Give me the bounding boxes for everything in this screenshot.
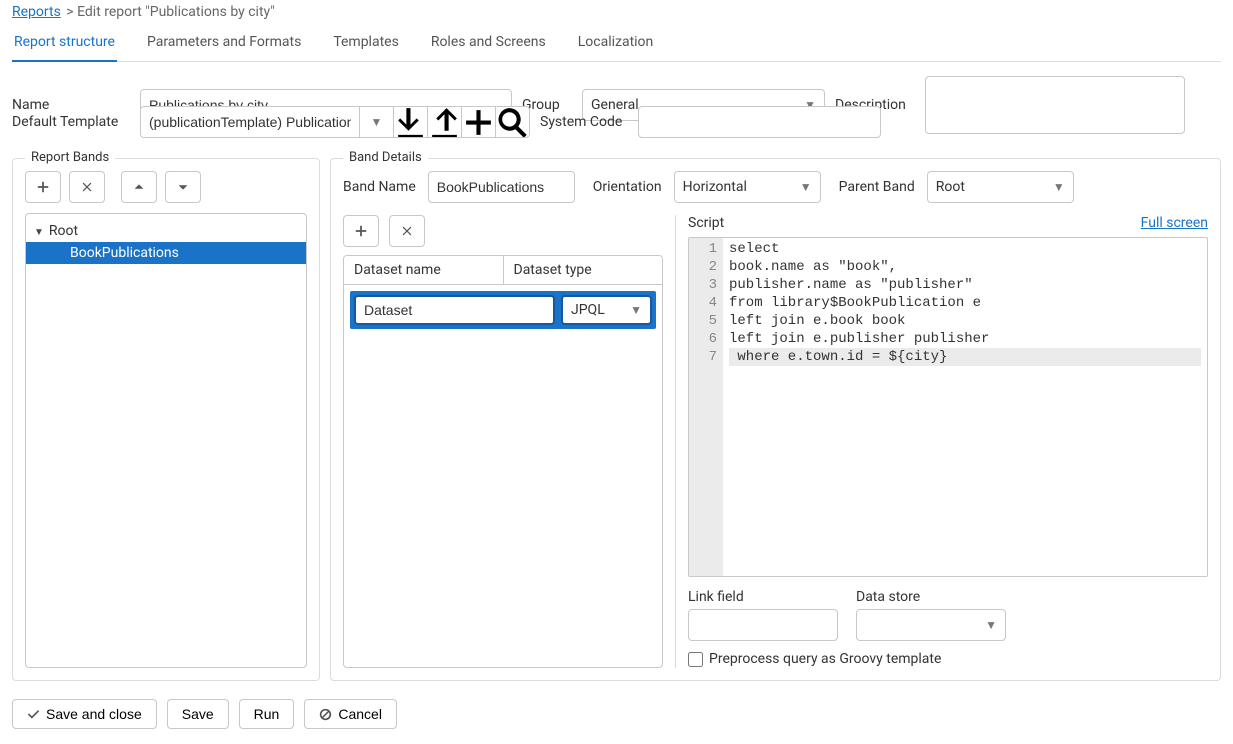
tree-node-bookpublications[interactable]: BookPublications (26, 242, 306, 264)
code-lines[interactable]: selectbook.name as "book",publisher.name… (723, 238, 1207, 576)
link-field-label: Link field (688, 589, 838, 605)
system-code-input[interactable] (638, 106, 881, 138)
search-icon (496, 106, 529, 138)
system-code-label: System Code (540, 114, 628, 130)
plus-icon (36, 180, 50, 194)
add-dataset-button[interactable] (343, 215, 379, 247)
dataset-type-header[interactable]: Dataset type (504, 256, 663, 284)
orientation-value: Horizontal (683, 179, 747, 195)
default-template-input[interactable] (141, 107, 359, 137)
chevron-down-icon: ▼ (800, 180, 812, 194)
template-search-button[interactable] (495, 107, 529, 137)
data-store-label: Data store (856, 589, 1006, 605)
download-icon (394, 106, 427, 138)
chevron-down-icon: ▼ (985, 618, 997, 632)
move-down-button[interactable] (165, 171, 201, 203)
band-name-input[interactable] (428, 171, 575, 203)
save-and-close-button[interactable]: Save and close (12, 699, 157, 729)
upload-icon (428, 106, 461, 138)
tab-roles[interactable]: Roles and Screens (429, 26, 548, 62)
footer-bar: Save and close Save Run Cancel (0, 687, 1233, 741)
line-gutter: 1234567 (689, 238, 723, 576)
preprocess-label: Preprocess query as Groovy template (709, 651, 941, 667)
reports-link[interactable]: Reports (12, 4, 61, 20)
remove-band-button[interactable] (69, 171, 105, 203)
tree-node-root[interactable]: Root (26, 220, 306, 242)
template-dropdown-button[interactable]: ▼ (359, 107, 393, 137)
breadcrumb: Reports > Edit report "Publications by c… (0, 0, 1233, 26)
template-add-button[interactable] (461, 107, 495, 137)
ban-icon (319, 708, 332, 721)
move-up-button[interactable] (121, 171, 157, 203)
report-bands-legend: Report Bands (25, 150, 115, 165)
description-input[interactable] (925, 76, 1185, 134)
parent-band-label: Parent Band (839, 179, 915, 195)
band-details-legend: Band Details (343, 150, 428, 165)
dataset-name-input[interactable] (354, 295, 555, 325)
script-label: Script (688, 215, 724, 231)
add-band-button[interactable] (25, 171, 61, 203)
data-store-select[interactable]: ▼ (856, 609, 1006, 641)
report-bands-panel: Report Bands Root BookPublications (12, 158, 320, 681)
dataset-row[interactable]: JPQL ▼ (350, 291, 656, 329)
tab-bar: Report structure Parameters and Formats … (12, 26, 1221, 62)
plus-icon (354, 224, 368, 238)
tab-parameters[interactable]: Parameters and Formats (145, 26, 303, 62)
run-button[interactable]: Run (239, 699, 295, 729)
tab-templates[interactable]: Templates (331, 26, 401, 62)
caret-up-icon (132, 180, 146, 194)
plus-icon (462, 106, 495, 138)
check-icon (27, 708, 40, 721)
close-icon (400, 224, 414, 238)
link-field-input[interactable] (688, 609, 838, 641)
breadcrumb-current: > Edit report "Publications by city" (66, 4, 274, 20)
template-upload-button[interactable] (427, 107, 461, 137)
group-value: General (591, 97, 639, 113)
remove-dataset-button[interactable] (389, 215, 425, 247)
chevron-down-icon: ▼ (630, 303, 642, 317)
parent-band-select[interactable]: Root ▼ (927, 171, 1074, 203)
cancel-button[interactable]: Cancel (304, 699, 397, 729)
dataset-type-value: JPQL (571, 302, 605, 318)
band-name-label: Band Name (343, 179, 416, 195)
band-details-panel: Band Details Band Name Orientation Horiz… (330, 158, 1221, 681)
close-icon (80, 180, 94, 194)
chevron-down-icon: ▼ (1053, 180, 1065, 194)
save-button[interactable]: Save (167, 699, 229, 729)
tab-localization[interactable]: Localization (576, 26, 656, 62)
default-template-label: Default Template (12, 114, 130, 130)
orientation-select[interactable]: Horizontal ▼ (674, 171, 821, 203)
name-label: Name (12, 97, 130, 113)
caret-down-icon (176, 180, 190, 194)
script-editor[interactable]: 1234567 selectbook.name as "book",publis… (688, 237, 1208, 577)
parent-band-value: Root (936, 179, 965, 195)
dataset-type-select[interactable]: JPQL ▼ (561, 295, 652, 325)
tab-report-structure[interactable]: Report structure (12, 26, 117, 62)
band-tree[interactable]: Root BookPublications (25, 213, 307, 668)
preprocess-checkbox[interactable] (688, 652, 703, 667)
dataset-name-header[interactable]: Dataset name (344, 256, 504, 284)
orientation-label: Orientation (593, 179, 662, 195)
default-template-picker: ▼ (140, 106, 530, 138)
template-download-button[interactable] (393, 107, 427, 137)
full-screen-link[interactable]: Full screen (1141, 215, 1208, 231)
dataset-table: Dataset name Dataset type JPQL ▼ (343, 255, 663, 668)
